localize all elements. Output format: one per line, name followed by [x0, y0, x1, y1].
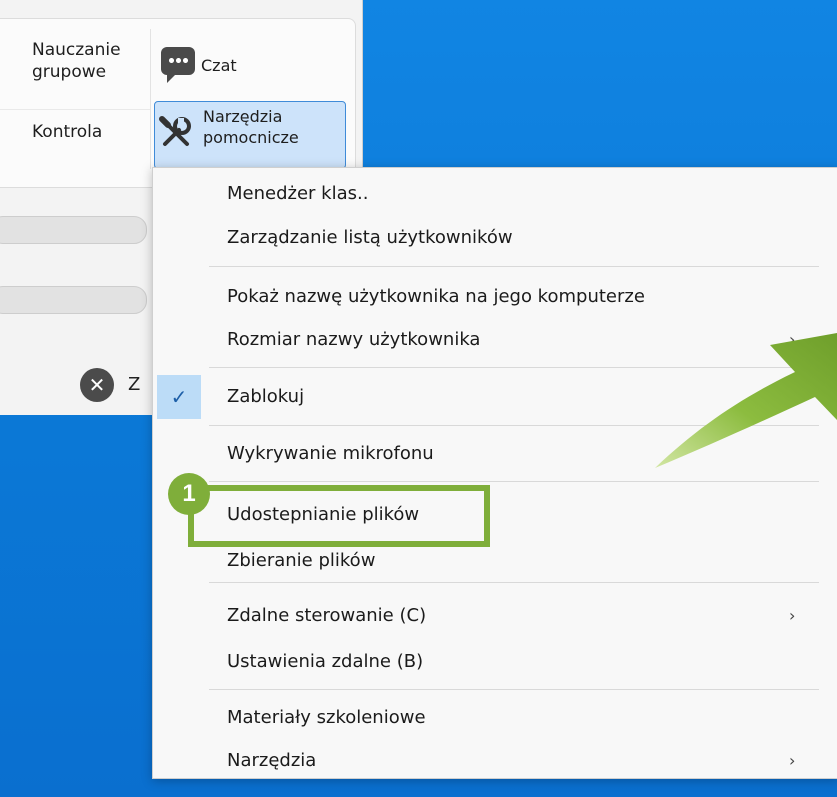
pointer-arrow-icon: [655, 333, 837, 468]
